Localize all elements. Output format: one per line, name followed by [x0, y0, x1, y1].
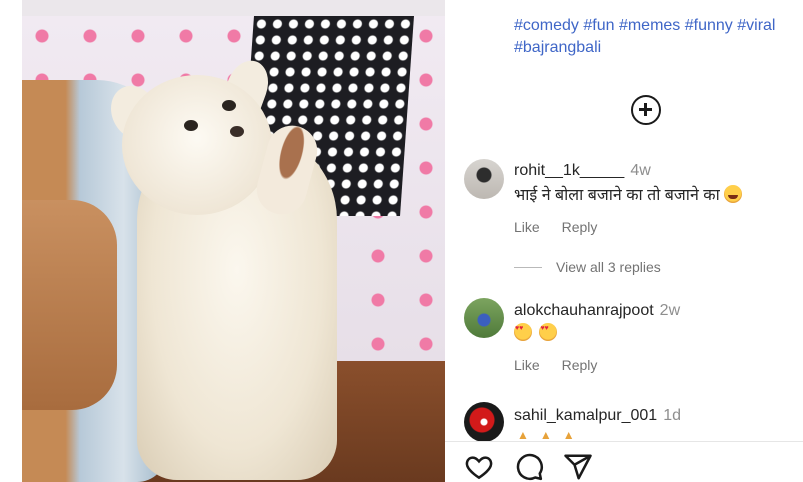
reply-button[interactable]: Reply	[562, 357, 598, 373]
action-bar-divider	[445, 441, 803, 442]
person-arm	[22, 200, 117, 410]
comment-age: 4w	[630, 162, 651, 179]
comments-panel: #comedy #fun #memes #funny #viral #bajra…	[445, 0, 803, 482]
heart-icon[interactable]	[464, 452, 494, 482]
avatar[interactable]	[464, 159, 504, 199]
dog-head	[122, 75, 272, 215]
comment-age: 1d	[663, 407, 681, 424]
replies-divider-line	[514, 266, 542, 268]
comment-header: alokchauhanrajpoot 2w	[514, 302, 680, 320]
dog-nose	[230, 126, 244, 137]
comment-header: sahil_kamalpur_001 1d	[514, 407, 681, 425]
comment-text	[514, 323, 560, 343]
paper-plane-icon[interactable]	[563, 452, 593, 482]
dog-eye-right	[222, 100, 236, 111]
avatar[interactable]	[464, 402, 504, 442]
comment-actions: Like Reply	[514, 219, 615, 235]
image-top-strip	[22, 0, 445, 16]
comment-age: 2w	[659, 302, 681, 319]
like-button[interactable]: Like	[514, 219, 540, 235]
post-image[interactable]	[22, 0, 445, 482]
smiling-hearts-emoji-icon	[514, 323, 532, 341]
comment-bubble-icon[interactable]	[514, 452, 544, 482]
like-button[interactable]: Like	[514, 357, 540, 373]
comment-username[interactable]: sahil_kamalpur_001	[514, 407, 657, 424]
smiling-hearts-emoji-icon	[539, 323, 558, 341]
laughing-tears-emoji-icon	[724, 185, 743, 203]
emoji-row-cut-off: ▲▲▲	[517, 428, 586, 442]
reply-button[interactable]: Reply	[562, 219, 598, 235]
plus-circle-icon[interactable]	[631, 95, 661, 125]
comment-body: भाई ने बोला बजाने का तो बजाने का	[514, 187, 720, 204]
hashtags-line-1[interactable]: #comedy #fun #memes #funny #viral	[514, 17, 775, 34]
comment-header: rohit__1k_____ 4w	[514, 162, 651, 180]
comment-username[interactable]: rohit__1k_____	[514, 162, 624, 179]
avatar[interactable]	[464, 298, 504, 338]
comment-actions: Like Reply	[514, 357, 615, 373]
view-replies[interactable]: View all 3 replies	[514, 259, 661, 275]
dog-eye-left	[184, 120, 198, 131]
comment-text: भाई ने बोला बजाने का तो बजाने का	[514, 183, 745, 205]
hashtags-line-2[interactable]: #bajrangbali	[514, 39, 601, 56]
post-hashtags[interactable]: #comedy #fun #memes #funny #viral #bajra…	[514, 15, 803, 59]
view-replies-label[interactable]: View all 3 replies	[556, 259, 661, 275]
comment-username[interactable]: alokchauhanrajpoot	[514, 302, 654, 319]
